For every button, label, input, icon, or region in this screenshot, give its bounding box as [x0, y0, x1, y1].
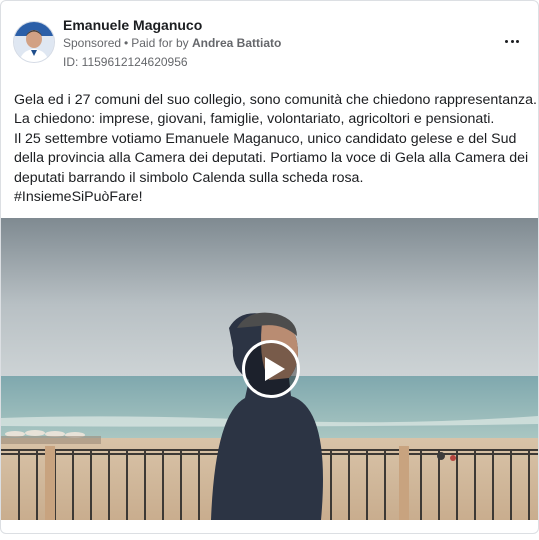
body-line: La chiedono: imprese, giovani, famiglie,…	[14, 111, 495, 128]
ad-body-text: Gela ed i 27 comuni del suo collegio, so…	[14, 91, 537, 207]
payer-name: Andrea Battiato	[191, 36, 282, 50]
sponsored-line: Sponsored • Paid for by Andrea Battiato	[63, 36, 281, 50]
body-line: della provincia alla Camera dei deputati…	[14, 150, 529, 167]
separator-dot: •	[124, 36, 129, 50]
sponsored-label: Sponsored	[63, 36, 122, 50]
more-options-icon[interactable]	[500, 33, 524, 49]
paid-for-prefix: Paid for by	[131, 36, 189, 50]
library-id: ID: 1159612124620956	[63, 55, 188, 69]
play-icon[interactable]	[242, 340, 300, 398]
hashtag-line[interactable]: #InsiemeSiPuòFare!	[14, 188, 534, 207]
ad-header: Emanuele Maganuco Sponsored • Paid for by …	[13, 15, 528, 71]
ad-card: Emanuele Maganuco Sponsored • Paid for by …	[0, 0, 539, 534]
page-name[interactable]: Emanuele Maganuco	[63, 17, 202, 33]
profile-avatar[interactable]	[13, 21, 55, 63]
body-line: Gela ed i 27 comuni del suo collegio, so…	[14, 92, 537, 108]
body-line: deputati barrando il simbolo Calenda sul…	[14, 169, 364, 186]
body-line: Il 25 settembre votiamo Emanuele Maganuc…	[14, 130, 517, 147]
avatar-image	[14, 22, 54, 62]
